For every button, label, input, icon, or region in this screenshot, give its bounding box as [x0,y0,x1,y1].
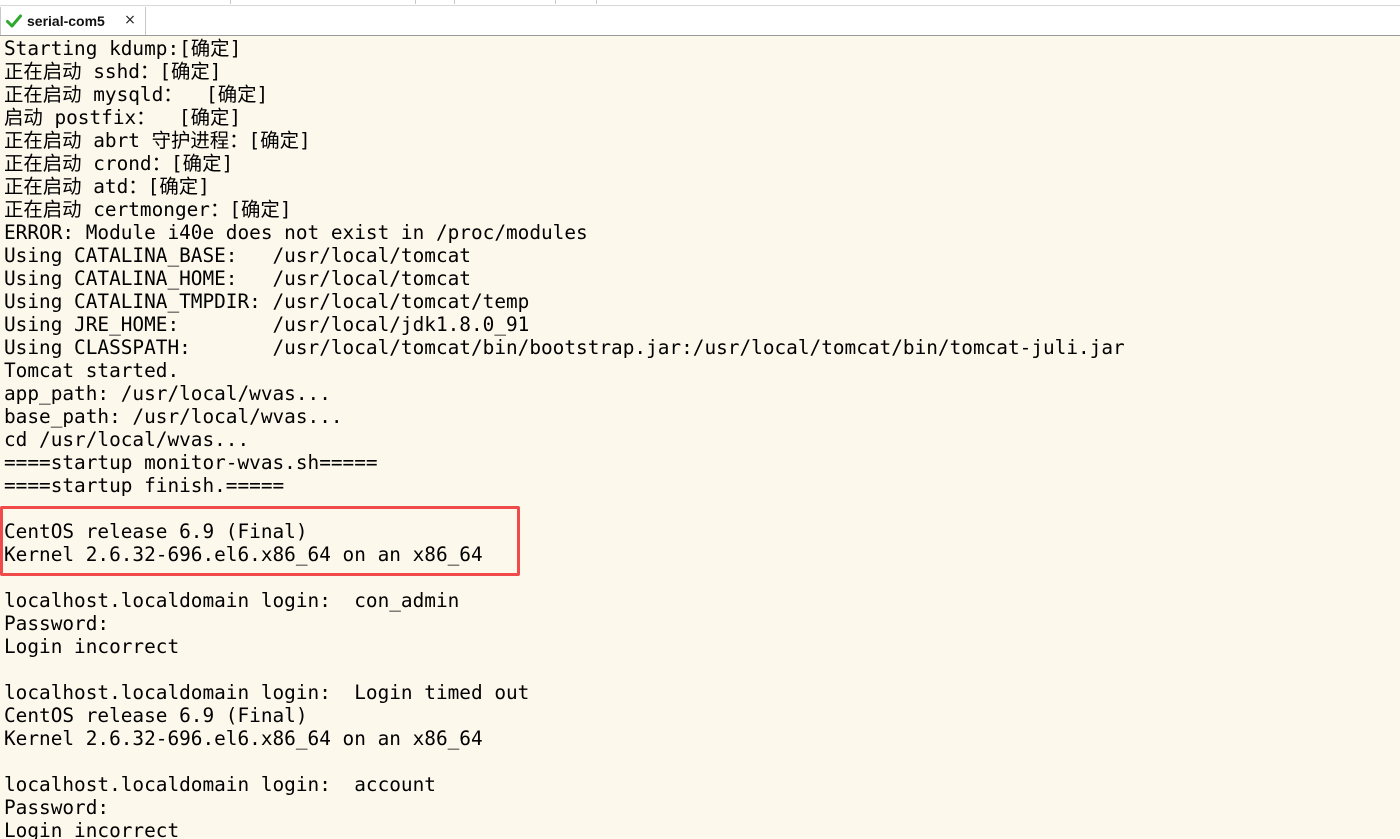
close-icon[interactable]: × [123,12,137,28]
terminal-line: app_path: /usr/local/wvas... [4,382,331,405]
terminal-line: localhost.localdomain login: account [4,773,436,796]
terminal-line: Using CLASSPATH: /usr/local/tomcat/bin/b… [4,336,1125,359]
terminal-line: Using CATALINA_HOME: /usr/local/tomcat [4,267,471,290]
terminal-line: Kernel 2.6.32-696.el6.x86_64 on an x86_6… [4,727,483,750]
terminal-line: Using JRE_HOME: /usr/local/jdk1.8.0_91 [4,313,530,336]
session-tab-bar: serial-com5 × [0,6,1400,36]
terminal-output[interactable]: Starting kdump:[确定] 正在启动 sshd：[确定] 正在启动 my… [0,36,1400,839]
terminal-line: localhost.localdomain login: Login timed… [4,681,530,704]
terminal-line: 启动 postfix： [确定] [4,106,242,129]
terminal-line: 正在启动 atd：[确定] [4,175,210,198]
terminal-line: 正在启动 abrt 守护进程：[确定] [4,129,311,152]
strip-separator [454,0,455,4]
terminal-line: Password: [4,612,110,635]
terminal-line: CentOS release 6.9 (Final) [4,520,308,543]
strip-separator [596,0,597,4]
terminal-line: Using CATALINA_TMPDIR: /usr/local/tomcat… [4,290,530,313]
terminal-line: ====startup monitor-wvas.sh===== [4,451,378,474]
terminal-line: base_path: /usr/local/wvas... [4,405,343,428]
terminal-line: 正在启动 sshd：[确定] [4,60,222,83]
terminal-line: ====startup finish.===== [4,474,285,497]
terminal-line: Using CATALINA_BASE: /usr/local/tomcat [4,244,471,267]
terminal-line: ERROR: Module i40e does not exist in /pr… [4,221,588,244]
terminal-line: Login incorrect [4,635,180,658]
check-icon [5,12,23,30]
terminal-line: Tomcat started. [4,359,180,382]
terminal-line: Login incorrect [4,819,180,839]
terminal-line: 正在启动 certmonger：[确定] [4,198,292,221]
terminal-line: Kernel 2.6.32-696.el6.x86_64 on an x86_6… [4,543,483,566]
terminal-line: Password: [4,796,110,819]
strip-separator [555,0,556,4]
terminal-line: CentOS release 6.9 (Final) [4,704,308,727]
terminal-line: localhost.localdomain login: con_admin [4,589,460,612]
strip-separator [415,0,416,4]
terminal-line: 正在启动 mysqld： [确定] [4,83,269,106]
terminal-line: Starting kdump:[确定] [4,37,242,60]
terminal-line: cd /usr/local/wvas... [4,428,250,451]
tab-label: serial-com5 [27,13,105,29]
strip-separator [230,0,231,4]
tab-serial-com5[interactable]: serial-com5 × [0,7,146,35]
terminal-line: 正在启动 crond：[确定] [4,152,234,175]
